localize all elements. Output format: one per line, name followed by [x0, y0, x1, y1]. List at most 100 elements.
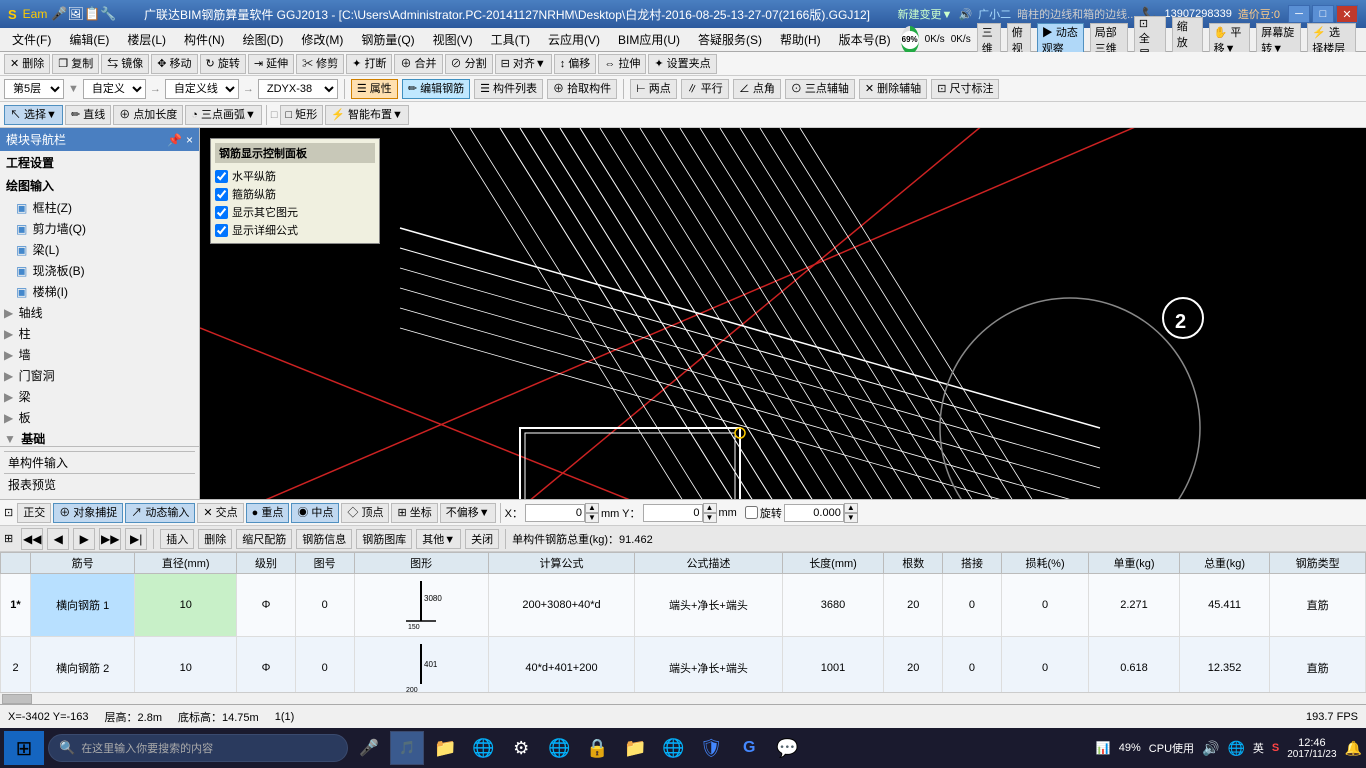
select-tool-btn[interactable]: ↖ 选择▼ [4, 105, 63, 125]
start-button[interactable]: ⊞ [4, 731, 44, 765]
intersection-btn[interactable]: ✕ 交点 [197, 503, 243, 523]
cb-formula[interactable] [215, 224, 228, 237]
sidebar-close-btn[interactable]: × [186, 133, 193, 147]
line-type-select[interactable]: 自定义线 [165, 79, 239, 99]
sidebar-item-foundation[interactable]: ▼ 基础 [0, 428, 199, 446]
menu-component[interactable]: 构件(N) [176, 29, 233, 50]
coord-btn[interactable]: ⊞ 坐标 [391, 503, 437, 523]
layer-select[interactable]: 自定义 [83, 79, 146, 99]
sidebar-item-project-settings[interactable]: 工程设置 [0, 151, 199, 174]
midpoint-btn[interactable]: ● 重点 [246, 503, 290, 523]
menu-qa[interactable]: 答疑服务(S) [690, 29, 770, 50]
rebar-library-btn[interactable]: 钢筋图库 [356, 529, 412, 549]
nav-end-btn[interactable]: ▶| [125, 528, 147, 550]
rebar-info-btn[interactable]: 钢筋信息 [296, 529, 352, 549]
menu-tools[interactable]: 工具(T) [483, 29, 538, 50]
cb-other[interactable] [215, 206, 228, 219]
stretch-btn[interactable]: ⇔ 拉伸 [598, 54, 646, 74]
pick-component-btn[interactable]: ⊕ 拾取构件 [547, 79, 617, 99]
top-tool-btn[interactable]: 🔧 [100, 6, 116, 22]
rotate-up-btn[interactable]: ▲ [844, 503, 858, 513]
trim-btn[interactable]: ✂ 修剪 [296, 54, 344, 74]
setpoint-btn[interactable]: ✦ 设置夹点 [648, 54, 716, 74]
report-preview-btn[interactable]: 报表预览 [4, 473, 195, 495]
top-right-btn1[interactable]: Eam [23, 7, 48, 21]
parallel-btn[interactable]: ∥ 平行 [681, 79, 729, 99]
point-extend-btn[interactable]: ⊕ 点加长度 [113, 105, 183, 125]
menu-edit[interactable]: 编辑(E) [61, 29, 117, 50]
mirror-btn[interactable]: ⇆ 镜像 [101, 54, 149, 74]
sidebar-item-slab[interactable]: ▣ 现浇板(B) [0, 260, 199, 281]
taskbar-g-icon[interactable]: G [732, 731, 766, 765]
cell-shape-num[interactable]: 0 [295, 637, 354, 693]
cad-viewport[interactable]: A1 2 钢筋显示控制面板 [200, 128, 1366, 499]
nav-next-btn[interactable]: ▶ [73, 528, 95, 550]
sidebar-item-column[interactable]: ▶ 柱 [0, 323, 199, 344]
other-btn[interactable]: 其他▼ [416, 529, 461, 549]
attr-btn[interactable]: ☰ 属性 [351, 79, 398, 99]
cell-name[interactable]: 横向钢筋 1 [31, 574, 135, 637]
split-btn[interactable]: ⊘ 分割 [445, 54, 493, 74]
component-list-btn[interactable]: ☰ 构件列表 [474, 79, 543, 99]
menu-modify[interactable]: 修改(M) [293, 29, 351, 50]
taskbar-shield-icon[interactable]: 🛡 [694, 731, 728, 765]
menu-cloud[interactable]: 云应用(V) [540, 29, 608, 50]
menu-floor[interactable]: 楼层(L) [119, 29, 174, 50]
delete-btn[interactable]: ✕ 删除 [4, 54, 50, 74]
y-down-btn[interactable]: ▼ [703, 513, 717, 523]
taskbar-edge-icon[interactable]: 🌐 [542, 731, 576, 765]
top-draw-btn[interactable]: 🖼 [68, 6, 85, 22]
sidebar-item-beam2[interactable]: ▶ 梁 [0, 386, 199, 407]
menu-file[interactable]: 文件(F) [4, 29, 59, 50]
table-row[interactable]: 2 横向钢筋 2 10 Φ 0 401 200 40*d+401+20 [1, 637, 1366, 693]
cell-shape-num[interactable]: 0 [295, 574, 354, 637]
insert-btn[interactable]: 插入 [160, 529, 194, 549]
sidebar-item-plate[interactable]: ▶ 板 [0, 407, 199, 428]
checkbox-other[interactable]: 显示其它图元 [215, 203, 375, 221]
taskbar-app-btn[interactable]: 🎵 [390, 731, 424, 765]
taskbar-notification-icon[interactable]: 🔔 [1345, 740, 1362, 757]
sidebar-item-frame-col[interactable]: ▣ 框柱(Z) [0, 197, 199, 218]
checkbox-horizontal[interactable]: 水平纵筋 [215, 167, 375, 185]
taskbar-files-icon[interactable]: 📁 [618, 731, 652, 765]
rect-tool-btn[interactable]: □ 矩形 [280, 105, 324, 125]
cell-diameter[interactable]: 10 [135, 637, 237, 693]
taskbar-browser-icon[interactable]: 🌐 [656, 731, 690, 765]
dimension-btn[interactable]: ⊡ 尺寸标注 [931, 79, 999, 99]
y-input[interactable] [643, 504, 703, 522]
sidebar-item-door-window[interactable]: ▶ 门窗洞 [0, 365, 199, 386]
cell-diameter[interactable]: 10 [135, 574, 237, 637]
dynamic-input-btn[interactable]: ↗ 动态输入 [125, 503, 195, 523]
scale-rebar-btn[interactable]: 缩尺配筋 [236, 529, 292, 549]
taskbar-lang[interactable]: 英 [1253, 740, 1264, 756]
cb-stirrup[interactable] [215, 188, 228, 201]
merge-btn[interactable]: ⊕ 合并 [394, 54, 442, 74]
rotate-down-btn[interactable]: ▼ [844, 513, 858, 523]
taskbar-ie-icon[interactable]: 🌐 [466, 731, 500, 765]
top-mic-btn[interactable]: 🎤 [51, 6, 67, 22]
sidebar-item-draw-input[interactable]: 绘图输入 [0, 174, 199, 197]
sidebar-item-axis[interactable]: ▶ 轴线 [0, 302, 199, 323]
y-up-btn[interactable]: ▲ [703, 503, 717, 513]
smart-layout-btn[interactable]: ⚡ 智能布置▼ [325, 105, 409, 125]
checkbox-stirrup[interactable]: 箍筋纵筋 [215, 185, 375, 203]
menu-view[interactable]: 视图(V) [425, 29, 481, 50]
menu-version[interactable]: 版本号(B) [831, 29, 899, 50]
cell-grade[interactable]: Φ [237, 637, 296, 693]
rotate-input[interactable] [784, 504, 844, 522]
three-point-aux-btn[interactable]: ⊙ 三点辅轴 [785, 79, 855, 99]
nav-last-btn[interactable]: ▶▶ [99, 528, 121, 550]
checkbox-formula[interactable]: 显示详细公式 [215, 221, 375, 239]
rotate-checkbox[interactable] [745, 506, 758, 519]
menu-help[interactable]: 帮助(H) [772, 29, 829, 50]
move-btn[interactable]: ✥ 移动 [151, 54, 197, 74]
zdyx-select[interactable]: ZDYX-38 [258, 79, 338, 99]
nav-first-btn[interactable]: ◀◀ [21, 528, 43, 550]
sidebar-item-stair[interactable]: ▣ 楼梯(I) [0, 281, 199, 302]
extend-btn[interactable]: ⇥ 延伸 [248, 54, 294, 74]
sidebar-item-beam[interactable]: ▣ 梁(L) [0, 239, 199, 260]
nav-prev-btn[interactable]: ◀ [47, 528, 69, 550]
x-down-btn[interactable]: ▼ [585, 513, 599, 523]
two-point-btn[interactable]: ⊢ 两点 [630, 79, 677, 99]
cell-grade[interactable]: Φ [237, 574, 296, 637]
